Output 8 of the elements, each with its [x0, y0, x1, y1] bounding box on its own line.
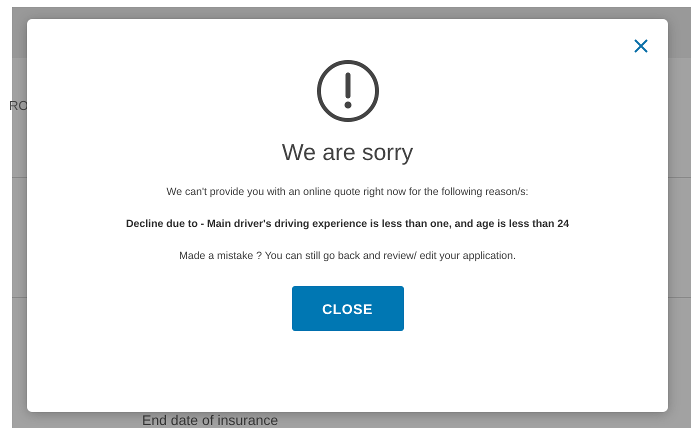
close-button[interactable]: CLOSE [292, 286, 404, 331]
hint-text: Made a mistake ? You can still go back and review/ edit your application. [179, 250, 516, 262]
reason-text: Decline due to - Main driver's driving experience is less than one, and age is less than 24 [126, 218, 570, 230]
dialog-title: We are sorry [282, 139, 414, 166]
field-label: End date of insurance [142, 412, 280, 428]
exclamation-icon [316, 59, 380, 123]
close-icon[interactable] [633, 38, 649, 54]
message-text: We can't provide you with an online quote right now for the following reason/s: [166, 186, 528, 198]
